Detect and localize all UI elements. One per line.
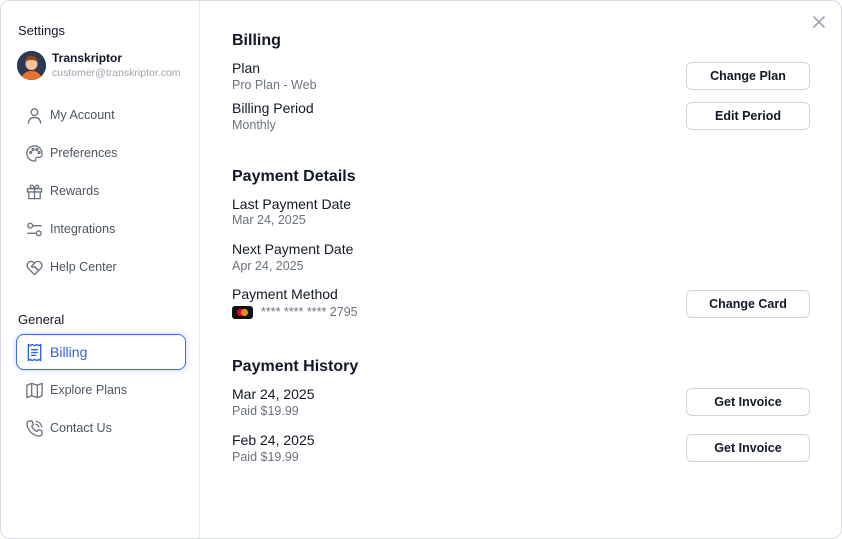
sidebar-item-rewards[interactable]: Rewards [16,173,186,209]
plan-value: Pro Plan - Web [232,78,317,92]
palette-icon [25,144,44,163]
sidebar-item-label: Contact Us [50,421,112,435]
change-plan-button[interactable]: Change Plan [686,62,810,90]
billing-title: Billing [232,32,281,49]
next-payment-label: Next Payment Date [232,241,354,257]
history-date: Feb 24, 2025 [232,432,315,448]
sidebar-item-label: Integrations [50,222,116,236]
sidebar-item-help-center[interactable]: Help Center [16,249,186,285]
avatar [17,51,46,80]
next-payment-value: Apr 24, 2025 [232,259,304,273]
plan-label: Plan [232,60,261,76]
user-profile: Transkriptor customer@transkriptor.com [17,50,192,82]
sidebar-item-label: Rewards [50,184,100,198]
history-status: Paid $19.99 [232,450,299,464]
payment-method-label: Payment Method [232,286,338,302]
get-invoice-button[interactable]: Get Invoice [686,434,810,462]
user-icon [25,106,44,125]
billing-period-value: Monthly [232,118,276,132]
sidebar-item-billing[interactable]: Billing [16,334,186,370]
settings-dialog: Settings Transkriptor customer@transkrip… [0,0,842,539]
general-heading: General [18,312,65,327]
sidebar-item-my-account[interactable]: My Account [16,97,186,133]
sidebar-item-label: My Account [50,108,115,122]
profile-email: customer@transkriptor.com [52,67,181,79]
settings-sidebar: Settings Transkriptor customer@transkrip… [1,1,200,538]
edit-period-button[interactable]: Edit Period [686,102,810,130]
payment-details-title: Payment Details [232,168,356,185]
billing-period-label: Billing Period [232,100,314,116]
change-card-button[interactable]: Change Card [686,290,810,318]
receipt-icon [25,343,44,362]
sidebar-item-label: Billing [50,344,88,360]
mastercard-icon [232,306,253,319]
phone-icon [25,419,44,438]
sidebar-item-preferences[interactable]: Preferences [16,135,186,171]
last-payment-value: Mar 24, 2025 [232,213,306,227]
history-status: Paid $19.99 [232,404,299,418]
last-payment-label: Last Payment Date [232,196,352,212]
payment-history-title: Payment History [232,358,359,375]
profile-name: Transkriptor [52,51,123,65]
sidebar-item-integrations[interactable]: Integrations [16,211,186,247]
get-invoice-button[interactable]: Get Invoice [686,388,810,416]
gift-icon [25,182,44,201]
close-button[interactable] [810,13,828,31]
history-date: Mar 24, 2025 [232,386,315,402]
card-number: **** **** **** 2795 [261,305,358,319]
settings-heading: Settings [18,23,65,38]
map-icon [25,381,44,400]
sliders-icon [25,220,44,239]
sidebar-item-label: Help Center [50,260,117,274]
close-icon [810,13,828,31]
heart-handshake-icon [25,258,44,277]
sidebar-item-explore-plans[interactable]: Explore Plans [16,372,186,408]
sidebar-item-label: Preferences [50,146,118,160]
sidebar-item-contact-us[interactable]: Contact Us [16,410,186,446]
sidebar-item-label: Explore Plans [50,383,128,397]
